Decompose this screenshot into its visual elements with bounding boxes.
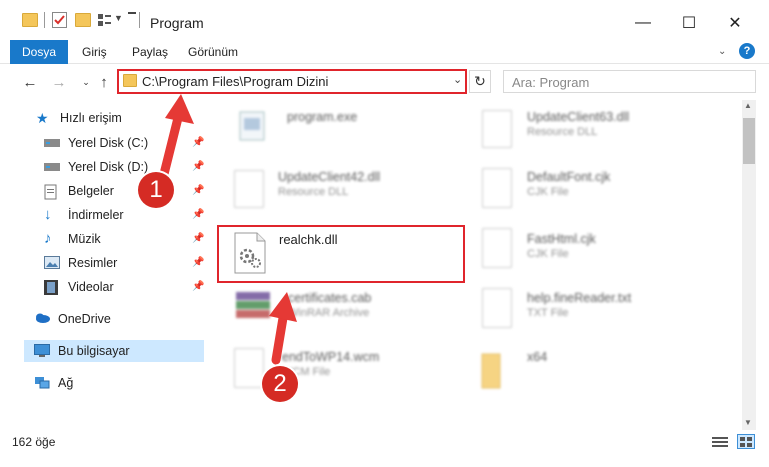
annotation-arrows [158,94,297,365]
arrow-1 [158,113,183,183]
step-marker-2: 2 [262,366,298,402]
arrowhead-1 [165,94,194,124]
arrowhead-2 [269,292,297,322]
step-marker-1: 1 [138,172,174,208]
arrow-2 [271,313,288,365]
